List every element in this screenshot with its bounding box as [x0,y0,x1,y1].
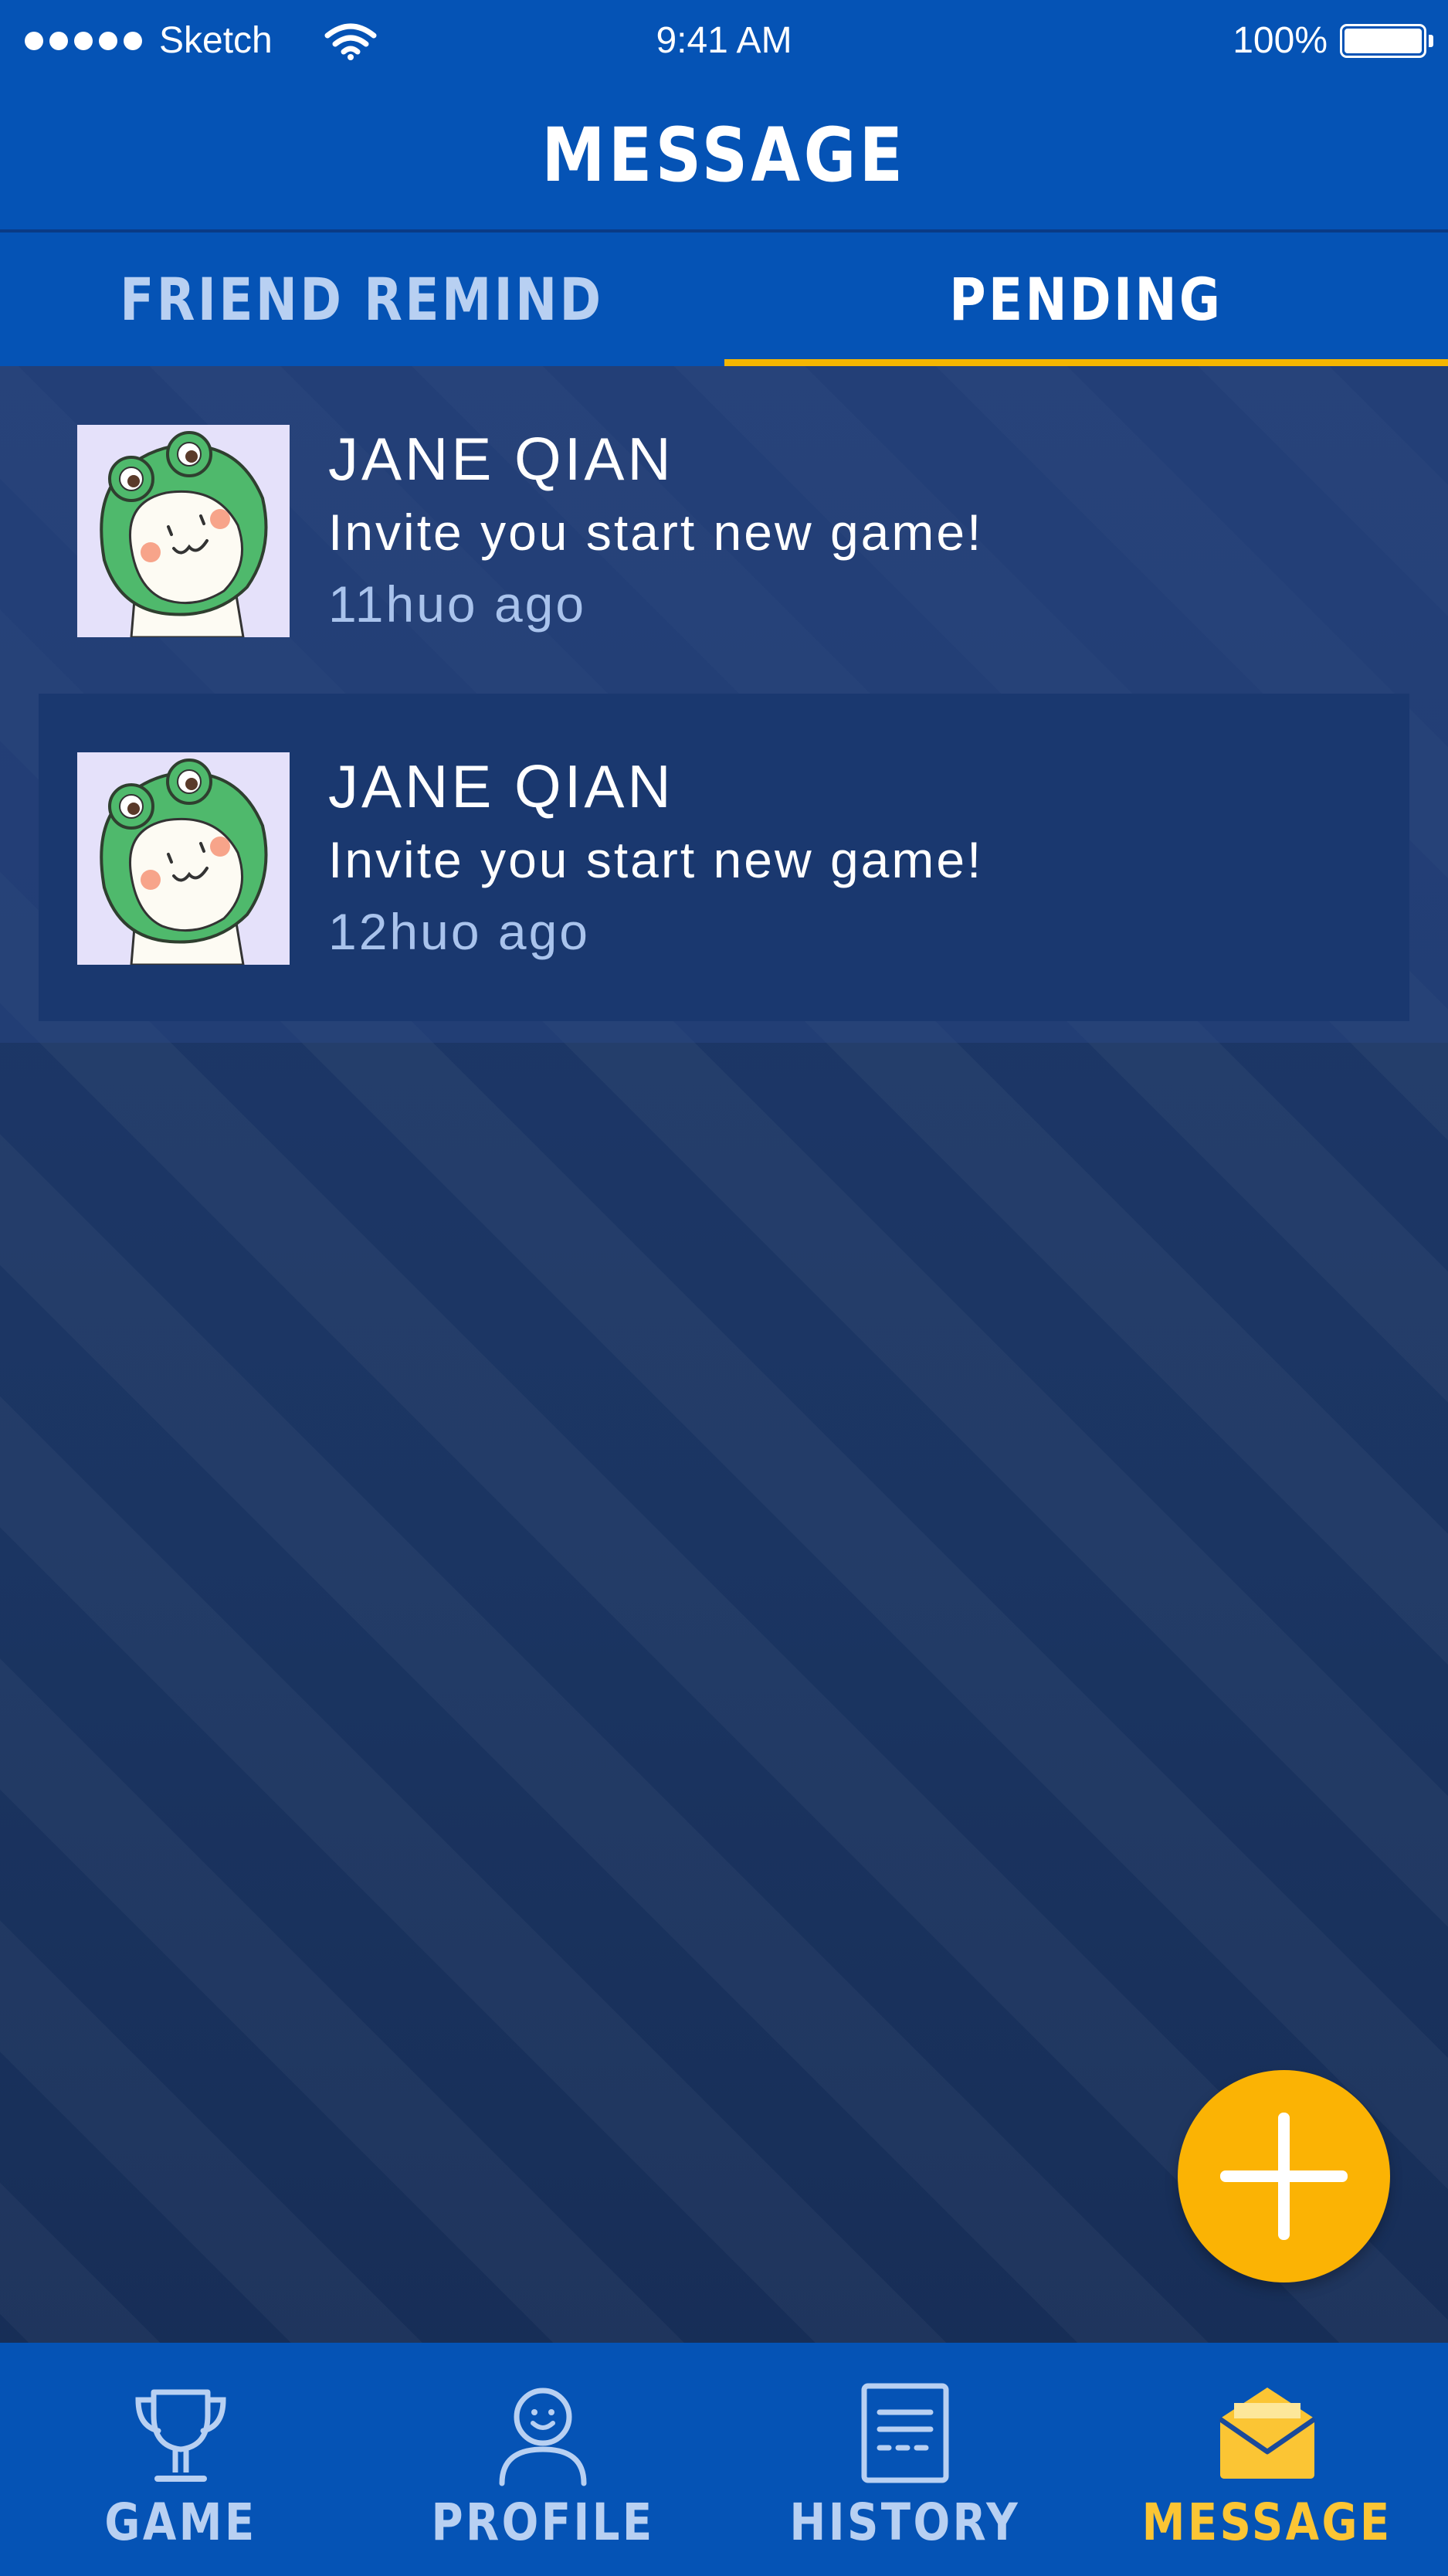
nav-item-history[interactable]: HISTORY [724,2343,1087,2576]
message-content: JANE QIAN Invite you start new game! 12h… [328,748,983,969]
bottom-nav: GAME PROFILE HISTORY MESSAGE [0,2343,1448,2576]
sender-name: JANE QIAN [328,752,674,820]
user-icon [499,2388,587,2486]
battery-percent: 100% [1233,20,1328,61]
message-time: 12huo ago [328,903,590,960]
tab-friend-remind[interactable]: FRIEND REMIND [0,232,724,366]
nav-label: GAME [104,2493,257,2552]
status-time: 9:41 AM [656,20,792,61]
message-text: Invite you start new game! [328,831,984,888]
avatar [77,752,290,965]
sender-name: JANE QIAN [328,425,674,493]
header: MESSAGE [0,81,1448,229]
message-text: Invite you start new game! [328,504,984,561]
list-item[interactable]: JANE QIAN Invite you start new game! 12h… [39,694,1409,1021]
list-item[interactable]: JANE QIAN Invite you start new game! 11h… [39,366,1409,694]
frog-hood-avatar-icon [100,431,268,637]
nav-label: MESSAGE [1141,2493,1392,2552]
avatar [77,425,290,637]
nav-label: PROFILE [431,2493,655,2552]
nav-label: HISTORY [789,2493,1021,2552]
message-content: JANE QIAN Invite you start new game! 11h… [328,420,983,641]
nav-item-message[interactable]: MESSAGE [1086,2343,1448,2576]
plus-icon [1220,2113,1348,2240]
message-list: JANE QIAN Invite you start new game! 11h… [0,366,1448,1043]
add-button[interactable] [1178,2070,1390,2282]
status-bar: Sketch 9:41 AM 100% [0,0,1448,81]
status-right: 100% [1233,19,1433,62]
trophy-icon [135,2389,226,2482]
tab-label: PENDING [949,265,1223,334]
message-time: 11huo ago [328,575,587,633]
nav-item-profile[interactable]: PROFILE [362,2343,724,2576]
envelope-icon [1219,2388,1316,2479]
page-title: MESSAGE [541,112,907,199]
frog-hood-avatar-icon [100,759,268,965]
nav-item-game[interactable]: GAME [0,2343,362,2576]
tab-bar: FRIEND REMIND PENDING [0,232,1448,366]
document-icon [861,2383,949,2483]
message-screen: Sketch 9:41 AM 100% MESSAGE FRIEND REMIN… [0,0,1448,2576]
battery-icon [1340,23,1433,58]
tab-pending[interactable]: PENDING [724,232,1448,366]
tab-label: FRIEND REMIND [120,265,604,334]
